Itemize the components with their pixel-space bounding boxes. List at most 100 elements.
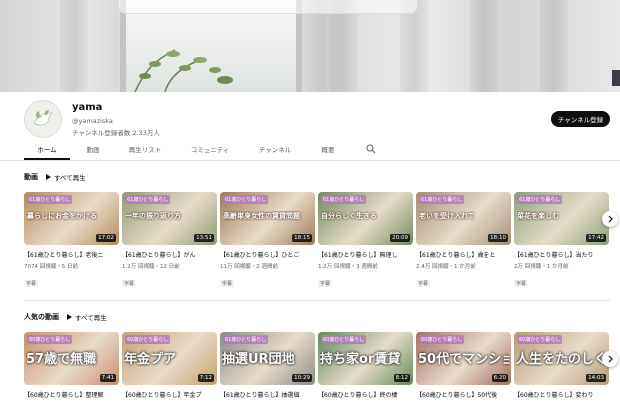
video-thumbnail[interactable]: 60歳ひとり暮らし 年金プア 7:12 bbox=[122, 332, 217, 385]
video-card[interactable]: 61歳ひとり暮らし抽選UR団地 10:29 【61歳ひとり暮らし】抽選値 bbox=[220, 332, 315, 399]
play-all-button[interactable]: すべて再生 bbox=[46, 172, 86, 182]
chevron-right-icon bbox=[608, 355, 613, 363]
video-duration: 17:42 bbox=[586, 234, 606, 242]
video-meta: 1.2万 回視聴・12 日前 bbox=[122, 264, 180, 270]
video-title[interactable]: 【60歳ひとり暮らし】終の棲 bbox=[318, 390, 413, 399]
curtain-fold bbox=[540, 0, 568, 92]
captions-badge: 字幕 bbox=[24, 280, 39, 287]
section-divider bbox=[24, 300, 610, 301]
video-title[interactable]: 【61歳ひとり暮らし】当たり bbox=[514, 250, 609, 259]
tabs-divider bbox=[0, 160, 620, 161]
video-card[interactable]: 60歳ひとり暮らし 57歳で無職 7:41 【60歳ひとり暮らし】整理解 bbox=[24, 332, 119, 399]
video-duration: 10:29 bbox=[292, 374, 312, 382]
thumbnail-tag: 60歳ひとり暮らし bbox=[517, 335, 563, 344]
thumbnail-tag: 60歳ひとり暮らし bbox=[419, 335, 465, 344]
video-duration: 8:12 bbox=[393, 374, 410, 382]
video-title[interactable]: 【60歳ひとり暮らし】年金プ bbox=[122, 390, 217, 399]
channel-tabs: ホーム 動画 再生リスト コミュニティ チャンネル 概要 bbox=[24, 141, 352, 160]
tab-channels[interactable]: チャンネル bbox=[246, 141, 304, 160]
video-card[interactable]: 61歳ひとり暮らし 老いを受け入れて 18:10 【61歳ひとり暮らし】歳をと 2.4万… bbox=[416, 192, 511, 289]
play-icon bbox=[67, 314, 72, 320]
thumbnail-caption: 年金プア bbox=[124, 352, 177, 367]
video-thumbnail[interactable]: 60歳ひとり暮らし 50代でマンション売却 6:20 bbox=[416, 332, 511, 385]
thumbnail-caption: 暮らしにお金をかける bbox=[27, 212, 97, 220]
section-title: 動画 bbox=[24, 173, 38, 181]
thumbnail-caption: 老いを受け入れて bbox=[419, 212, 475, 220]
video-duration: 18:15 bbox=[292, 234, 312, 242]
video-thumbnail[interactable]: 60歳ひとり暮らし 人生をたのしく 14:03 bbox=[514, 332, 609, 385]
video-title[interactable]: 【60歳ひとり暮らし】50代後 bbox=[416, 390, 511, 399]
thumbnail-caption: 抽選UR団地 bbox=[222, 352, 295, 367]
scroll-next-button[interactable] bbox=[602, 211, 618, 227]
video-thumbnail[interactable]: 61歳ひとり暮らし 老いを受け入れて 18:10 bbox=[416, 192, 511, 245]
curtain-fold bbox=[60, 0, 88, 92]
video-card[interactable]: 60歳ひとり暮らし 50代でマンション売却 6:20 【60歳ひとり暮らし】50代後 bbox=[416, 332, 511, 399]
thumbnail-tag: 61歳ひとり暮らし bbox=[223, 195, 269, 204]
video-title[interactable]: 【61歳ひとり暮らし】がん bbox=[122, 250, 217, 259]
video-thumbnail[interactable]: 61歳ひとり暮らし抽選UR団地 10:29 bbox=[220, 332, 315, 385]
video-thumbnail[interactable]: 60歳ひとり暮らし 持ち家or賃貸 8:12 bbox=[318, 332, 413, 385]
plant-image bbox=[134, 49, 233, 92]
tab-home[interactable]: ホーム bbox=[24, 141, 70, 160]
thumbnail-caption: 高齢単身女性の賃貸問題 bbox=[223, 212, 300, 220]
video-title[interactable]: 【61歳ひとり暮らし】無理し bbox=[318, 250, 413, 259]
thumbnail-tag: 61歳ひとり暮らし bbox=[517, 195, 563, 204]
scroll-next-button[interactable] bbox=[602, 351, 618, 367]
video-duration: 18:10 bbox=[488, 234, 508, 242]
video-card[interactable]: 60歳ひとり暮らし 人生をたのしく 14:03 【60歳ひとり暮らし】変わり bbox=[514, 332, 609, 399]
video-card[interactable]: 61歳ひとり暮らし 菜花を楽しむ 17:42 【61歳ひとり暮らし】当たり 2万 回視聴… bbox=[514, 192, 609, 289]
thumbnail-tag: 60歳ひとり暮らし bbox=[125, 335, 171, 344]
play-all-label: すべて再生 bbox=[75, 314, 107, 322]
video-title[interactable]: 【60歳ひとり暮らし】整理解 bbox=[24, 390, 119, 399]
thumbnail-tag: 61歳ひとり暮らし bbox=[223, 335, 269, 344]
video-title[interactable]: 【61歳ひとり暮らし】歳をと bbox=[416, 250, 511, 259]
video-card[interactable]: 60歳ひとり暮らし 持ち家or賃貸 8:12 【60歳ひとり暮らし】終の棲 bbox=[318, 332, 413, 399]
video-card[interactable]: 61歳ひとり暮らし暮らしにお金をかける 17:02 【61歳ひとり暮らし】老後ニ 70… bbox=[24, 192, 119, 289]
youtube-channel-page: yama @yamaziska チャンネル登録者数 2.33万人 チャンネル登録… bbox=[0, 0, 620, 413]
thumbnail-caption: 人生をたのしく bbox=[516, 352, 607, 367]
video-duration: 6:20 bbox=[491, 374, 508, 382]
video-duration: 7:41 bbox=[99, 374, 116, 382]
thumbnail-tag: 60歳ひとり暮らし bbox=[27, 335, 73, 344]
video-duration: 13:51 bbox=[194, 234, 214, 242]
play-all-button[interactable]: すべて再生 bbox=[67, 312, 107, 322]
play-icon bbox=[46, 174, 51, 180]
tab-about[interactable]: 概要 bbox=[304, 141, 352, 160]
video-thumbnail[interactable]: 60歳ひとり暮らし 57歳で無職 7:41 bbox=[24, 332, 119, 385]
video-title[interactable]: 【60歳ひとり暮らし】変わり bbox=[514, 390, 609, 399]
masthead-search-outline bbox=[118, 0, 418, 14]
video-title[interactable]: 【61歳ひとり暮らし】ひとご bbox=[220, 250, 315, 259]
video-card[interactable]: 61歳ひとり暮らし 一年の振り返り方 13:51 【61歳ひとり暮らし】がん 1.2万 … bbox=[122, 192, 217, 289]
video-title[interactable]: 【61歳ひとり暮らし】老後ニ bbox=[24, 250, 119, 259]
thumbnail-caption: 50代でマンション売却 bbox=[418, 352, 509, 367]
video-card[interactable]: 61歳ひとり暮らし高齢単身女性の賃貸問題 18:15 【61歳ひとり暮らし】ひとご 1… bbox=[220, 192, 315, 289]
subscribe-button[interactable]: チャンネル登録 bbox=[551, 111, 610, 127]
captions-badge: 字幕 bbox=[416, 280, 431, 287]
avatar[interactable] bbox=[24, 100, 62, 138]
tab-playlists[interactable]: 再生リスト bbox=[116, 141, 174, 160]
video-card[interactable]: 60歳ひとり暮らし 年金プア 7:12 【60歳ひとり暮らし】年金プ bbox=[122, 332, 217, 399]
video-thumbnail[interactable]: 61歳ひとり暮らし高齢単身女性の賃貸問題 18:15 bbox=[220, 192, 315, 245]
video-meta: 2万 回視聴・1 か月前 bbox=[514, 264, 569, 270]
subscriber-count: チャンネル登録者数 2.33万人 bbox=[72, 129, 160, 137]
video-title[interactable]: 【61歳ひとり暮らし】抽選値 bbox=[220, 390, 315, 399]
video-thumbnail[interactable]: 61歳ひとり暮らし 菜花を楽しむ 17:42 bbox=[514, 192, 609, 245]
videos-section-header: 動画 すべて再生 bbox=[24, 172, 86, 182]
video-meta: 7074 回視聴・5 日前 bbox=[24, 264, 78, 270]
search-icon[interactable] bbox=[366, 144, 376, 154]
banner-edge-tab bbox=[612, 70, 620, 86]
video-thumbnail[interactable]: 61歳ひとり暮らし暮らしにお金をかける 17:02 bbox=[24, 192, 119, 245]
thumbnail-tag: 60歳ひとり暮らし bbox=[321, 335, 367, 344]
video-thumbnail[interactable]: 61歳ひとり暮らし 一年の振り返り方 13:51 bbox=[122, 192, 217, 245]
captions-badge: 字幕 bbox=[220, 280, 235, 287]
thumbnail-caption: 自分らしく生きる bbox=[321, 212, 377, 220]
video-thumbnail[interactable]: 61歳ひとり暮らし 自分らしく生きる 20:09 bbox=[318, 192, 413, 245]
video-card[interactable]: 61歳ひとり暮らし 自分らしく生きる 20:09 【61歳ひとり暮らし】無理し 1.2万… bbox=[318, 192, 413, 289]
tab-videos[interactable]: 動画 bbox=[70, 141, 116, 160]
thumbnail-caption: 菜花を楽しむ bbox=[517, 212, 559, 220]
section-title: 人気の動画 bbox=[24, 313, 59, 321]
thumbnail-tag: 61歳ひとり暮らし bbox=[27, 195, 73, 204]
video-duration: 17:02 bbox=[96, 234, 116, 242]
video-duration: 20:09 bbox=[390, 234, 410, 242]
tab-community[interactable]: コミュニティ bbox=[174, 141, 246, 160]
